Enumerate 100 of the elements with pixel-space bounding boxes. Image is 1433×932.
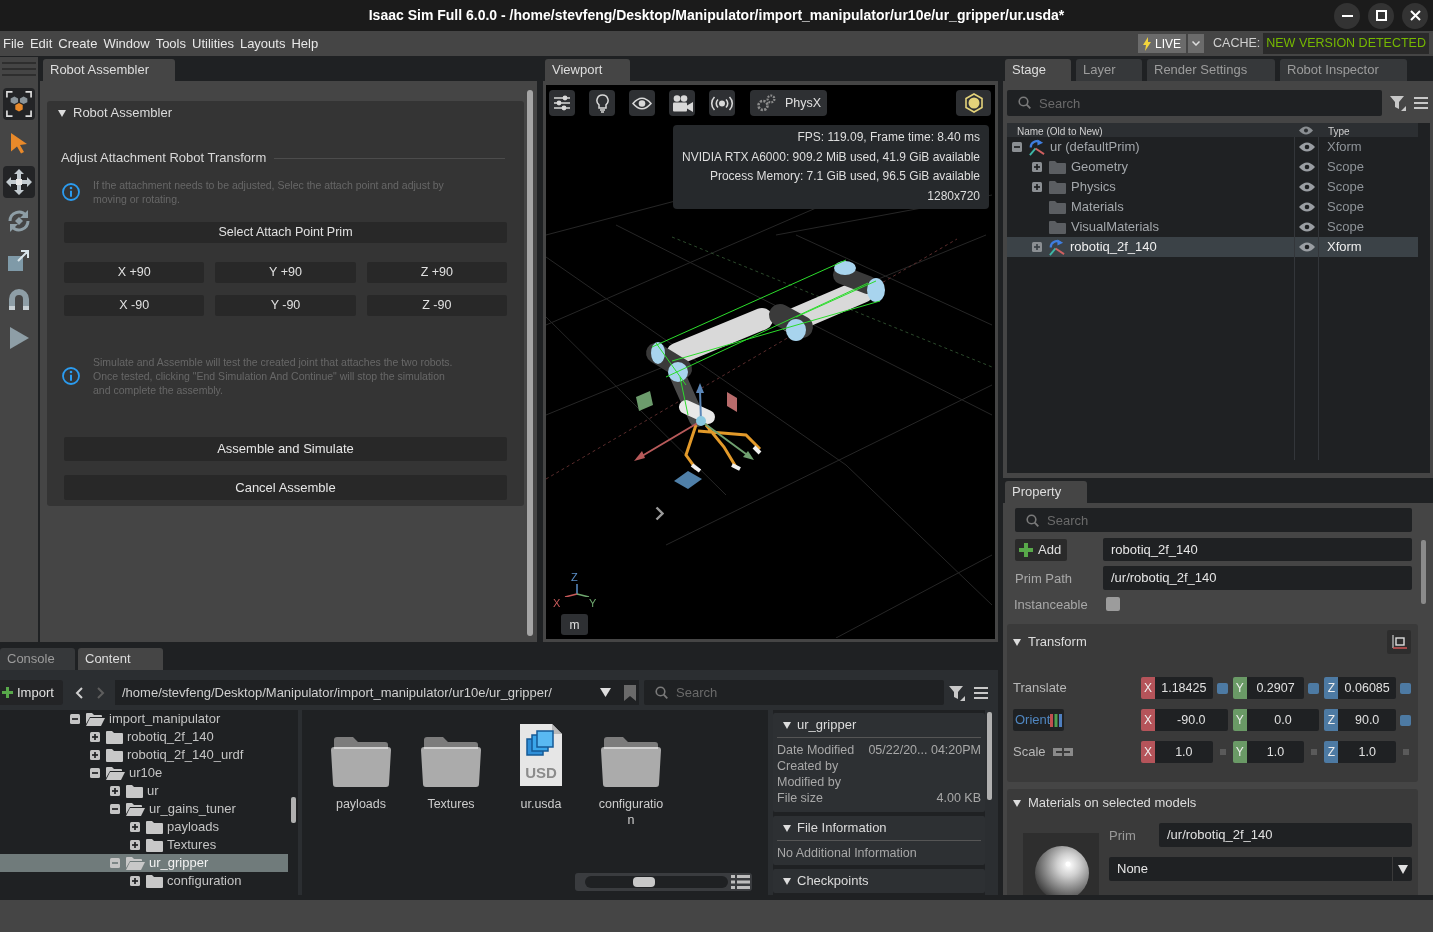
camera-button[interactable] xyxy=(669,90,695,116)
plus-box-icon[interactable] xyxy=(130,876,140,886)
search-field[interactable]: Search xyxy=(644,680,944,705)
tree-row[interactable]: robotiq_2f_140 xyxy=(0,728,288,746)
plus-box-icon[interactable] xyxy=(130,822,140,832)
physx-button[interactable]: PhysX xyxy=(750,90,828,116)
section-title[interactable]: Materials on selected models xyxy=(1028,793,1197,813)
plus-box-icon[interactable] xyxy=(110,786,120,796)
bookmark-icon[interactable] xyxy=(624,684,636,701)
collapse-triangle-icon[interactable] xyxy=(783,877,791,885)
panel-tab[interactable]: Property xyxy=(1005,481,1087,503)
square-marker-icon[interactable] xyxy=(1400,714,1411,726)
light-button[interactable] xyxy=(589,90,615,116)
square-marker-icon[interactable] xyxy=(1308,682,1320,694)
add-button[interactable]: Add xyxy=(1015,538,1067,561)
chevron-right-icon[interactable] xyxy=(655,506,664,521)
prim-path-field[interactable]: /ur/robotiq_2f_140 xyxy=(1103,566,1412,590)
thumbnail-size-slider[interactable] xyxy=(585,876,728,888)
menu-item[interactable]: Help xyxy=(291,33,319,54)
cancel-assemble-button[interactable]: Cancel Assemble xyxy=(64,475,507,500)
import-button[interactable]: Import xyxy=(0,680,63,705)
eye-icon[interactable] xyxy=(1298,202,1315,212)
rotate-button[interactable]: Y +90 xyxy=(215,262,356,283)
tree-row[interactable]: ur (defaultPrim) Xform xyxy=(1007,137,1418,157)
column-header[interactable]: Type xyxy=(1328,126,1350,137)
collapse-triangle-icon[interactable] xyxy=(783,721,791,729)
collapse-triangle-icon[interactable] xyxy=(58,108,66,117)
menu-icon[interactable] xyxy=(1414,97,1428,109)
list-view-icon[interactable] xyxy=(731,875,750,889)
rotate-button[interactable]: X +90 xyxy=(64,262,205,283)
plus-box-icon[interactable] xyxy=(90,750,100,760)
plus-box-icon[interactable] xyxy=(130,840,140,850)
path-field[interactable]: /home/stevfeng/Desktop/Manipulator/import_manipulator/ur10e/ur_gripper/ xyxy=(115,680,639,705)
collapse-triangle-icon[interactable] xyxy=(783,824,791,832)
panel-tab[interactable]: Stage xyxy=(1005,59,1071,81)
tree-row[interactable]: Geometry Scope xyxy=(1007,157,1418,177)
minimize-button[interactable] xyxy=(1334,2,1360,29)
menu-icon[interactable] xyxy=(974,686,988,699)
name-field[interactable]: robotiq_2f_140 xyxy=(1103,538,1412,561)
tree-row[interactable]: Textures xyxy=(0,836,288,854)
tree-row[interactable]: payloads xyxy=(0,818,288,836)
value-field[interactable]: 1.18425 xyxy=(1155,677,1213,699)
eye-icon[interactable] xyxy=(1298,142,1315,152)
search-field[interactable]: Search xyxy=(1007,90,1382,116)
rotate-button[interactable]: Y -90 xyxy=(215,295,356,316)
lighting-mode-button[interactable] xyxy=(956,90,991,116)
value-field[interactable]: 1.0 xyxy=(1246,741,1305,763)
square-marker-icon[interactable] xyxy=(1400,682,1411,694)
selection-mode-button[interactable] xyxy=(3,88,35,120)
menu-item[interactable]: Edit xyxy=(29,33,53,54)
move-tool-button[interactable] xyxy=(3,166,35,198)
filter-icon[interactable] xyxy=(949,684,965,701)
eye-icon[interactable] xyxy=(1298,222,1315,232)
tree-row[interactable]: configuration xyxy=(0,872,288,890)
rotate-button[interactable]: Z -90 xyxy=(366,295,507,316)
menu-item[interactable]: Window xyxy=(103,33,150,54)
section-title[interactable]: Robot Assembler xyxy=(73,102,172,123)
tree-row[interactable]: robotiq_2f_140_urdf xyxy=(0,746,288,764)
panel-tab[interactable]: Viewport xyxy=(545,59,630,81)
broadcast-button[interactable] xyxy=(709,90,735,116)
section-title[interactable]: File Information xyxy=(797,818,887,838)
menu-item[interactable]: File xyxy=(3,33,24,54)
value-field[interactable]: 0.06085 xyxy=(1338,677,1396,699)
plus-box-icon[interactable] xyxy=(90,732,100,742)
material-dropdown[interactable]: None xyxy=(1109,857,1412,881)
value-field[interactable]: 0.2907 xyxy=(1246,677,1305,699)
value-field[interactable]: 1.0 xyxy=(1338,741,1396,763)
transform-frame-button[interactable] xyxy=(1387,630,1411,654)
rotate-button[interactable]: Z +90 xyxy=(366,262,507,283)
usd-file-icon[interactable] xyxy=(519,723,563,787)
tree-row[interactable]: ur10e xyxy=(0,764,288,782)
settings-button[interactable] xyxy=(549,90,575,116)
maximize-button[interactable] xyxy=(1368,2,1394,29)
panel-tab[interactable]: Render Settings xyxy=(1147,59,1275,81)
panel-tab[interactable]: Content xyxy=(78,648,163,670)
section-title[interactable]: Transform xyxy=(1028,632,1087,652)
minus-box-icon[interactable] xyxy=(1012,142,1022,152)
eye-icon[interactable] xyxy=(1298,242,1315,252)
collapse-triangle-icon[interactable] xyxy=(1013,799,1021,807)
scrollbar[interactable] xyxy=(987,712,992,800)
menu-item[interactable]: Utilities xyxy=(192,33,234,54)
filter-icon[interactable] xyxy=(1390,95,1406,111)
value-field[interactable]: 0.0 xyxy=(1246,709,1320,731)
value-field[interactable]: 90.0 xyxy=(1338,709,1396,731)
select-attach-button[interactable]: Select Attach Point Prim xyxy=(64,222,507,243)
plus-box-icon[interactable] xyxy=(1032,162,1042,172)
panel-tab[interactable]: Robot Inspector xyxy=(1280,59,1407,81)
search-field[interactable]: Search xyxy=(1015,508,1412,532)
eye-button[interactable] xyxy=(629,90,655,116)
link-icon[interactable] xyxy=(1052,747,1073,757)
rotate-button[interactable]: X -90 xyxy=(64,295,205,316)
tree-row[interactable]: robotiq_2f_140 Xform xyxy=(1007,237,1418,257)
minus-box-icon[interactable] xyxy=(90,768,100,778)
value-field[interactable]: -90.0 xyxy=(1155,709,1228,731)
tree-row[interactable]: Physics Scope xyxy=(1007,177,1418,197)
menu-item[interactable]: Create xyxy=(58,33,98,54)
plus-box-icon[interactable] xyxy=(1032,182,1042,192)
column-header[interactable]: Name (Old to New) xyxy=(1017,126,1103,137)
eye-icon[interactable] xyxy=(1298,162,1315,172)
scrollbar[interactable] xyxy=(527,90,533,636)
